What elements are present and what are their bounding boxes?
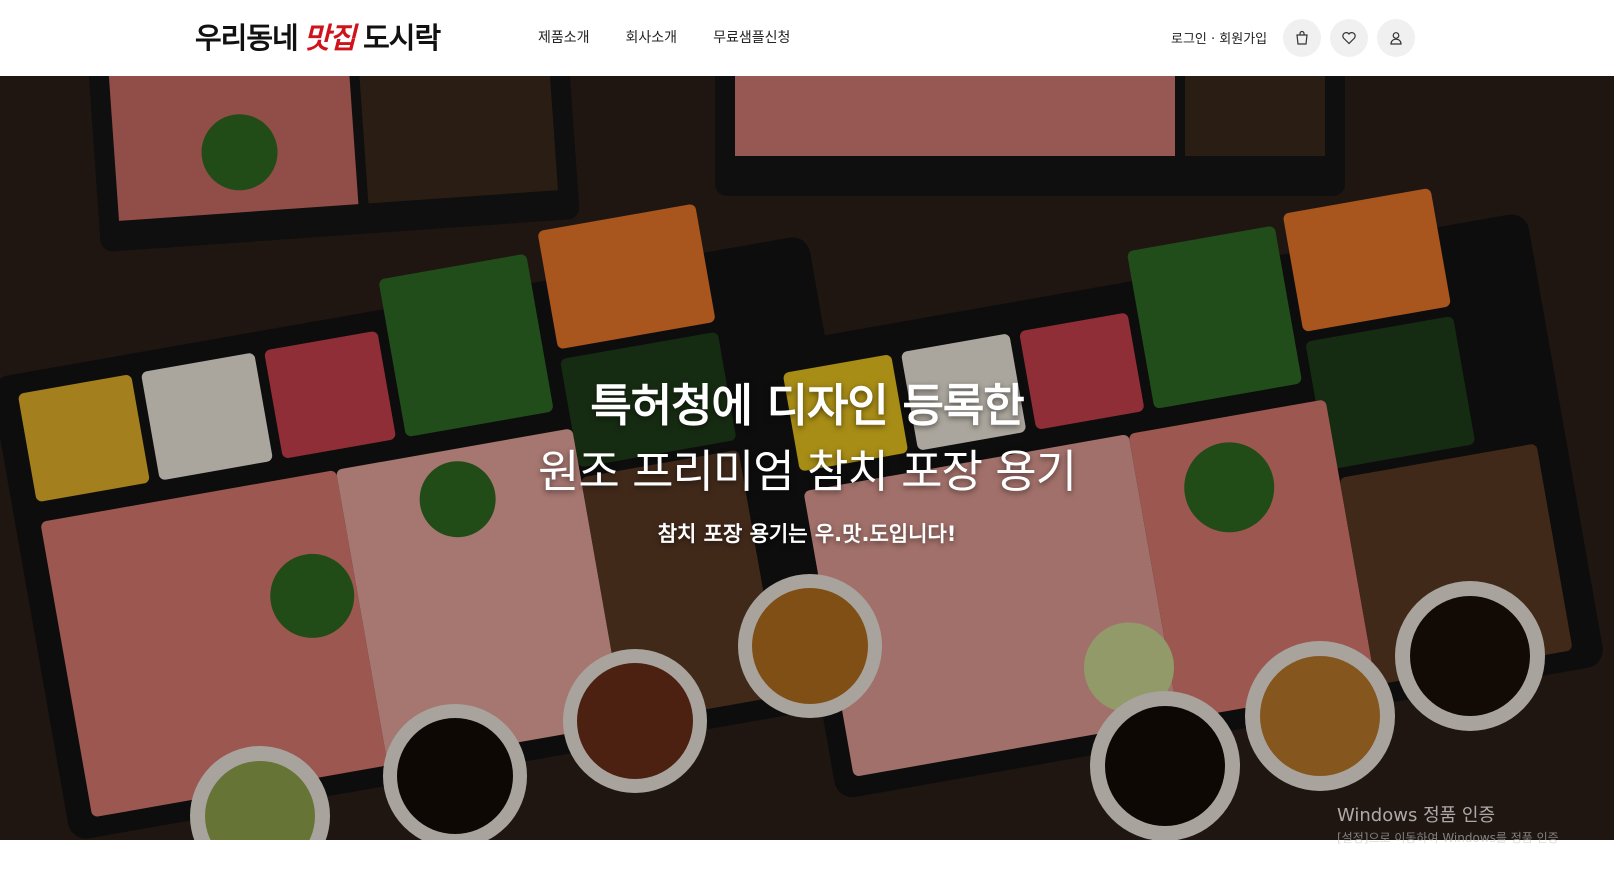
cart-button[interactable] — [1283, 19, 1321, 57]
hero-title-line2: 원조 프리미엄 참치 포장 용기 — [537, 445, 1077, 498]
account-button[interactable] — [1377, 19, 1415, 57]
wishlist-button[interactable] — [1330, 19, 1368, 57]
heart-icon — [1342, 32, 1356, 45]
watermark-line2: [설정]으로 이동하여 Windows를 정품 인증 — [1337, 831, 1559, 845]
main-nav: 제품소개 회사소개 무료샘플신청 — [538, 27, 790, 47]
site-header: 우리동네 맛집 도시락 제품소개 회사소개 무료샘플신청 로그인 · 회원가입 — [0, 0, 1614, 77]
windows-activation-watermark: Windows 정품 인증 [설정]으로 이동하여 Windows를 정품 인증 — [1337, 805, 1559, 849]
nav-item-free-sample[interactable]: 무료샘플신청 — [713, 27, 790, 47]
nav-item-company[interactable]: 회사소개 — [626, 27, 678, 47]
watermark-line1: Windows 정품 인증 — [1337, 805, 1496, 826]
hero-banner: 특허청에 디자인 등록한 원조 프리미엄 참치 포장 용기 참치 포장 용기는 … — [0, 76, 1614, 840]
hero-subtitle: 참치 포장 용기는 우.맛.도입니다! — [657, 522, 957, 546]
user-icon — [1390, 32, 1402, 45]
bag-icon — [1296, 30, 1308, 45]
site-logo[interactable]: 우리동네 맛집 도시락 — [195, 14, 441, 58]
nav-item-products[interactable]: 제품소개 — [538, 27, 590, 47]
logo-text-part2: 도시락 — [363, 21, 441, 55]
hero-title-line1: 특허청에 디자인 등록한 — [590, 379, 1024, 432]
logo-text-part1: 우리동네 — [195, 21, 299, 55]
logo-text-accent: 맛집 — [303, 21, 356, 55]
hero-text: 특허청에 디자인 등록한 원조 프리미엄 참치 포장 용기 참치 포장 용기는 … — [0, 376, 1614, 548]
login-signup-link[interactable]: 로그인 · 회원가입 — [1171, 28, 1267, 47]
